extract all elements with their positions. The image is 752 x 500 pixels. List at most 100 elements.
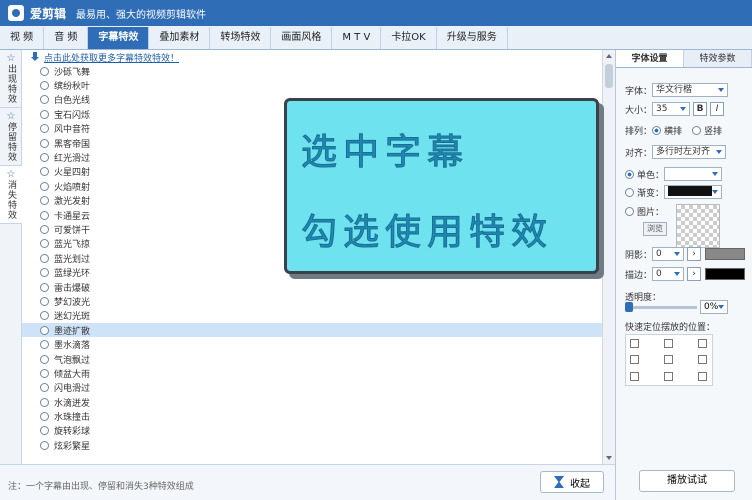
list-scrollbar[interactable] [602,50,615,464]
effect-radio[interactable] [40,153,49,163]
shadow-next-icon[interactable]: › [687,247,702,261]
list-item[interactable]: 墨水滴落 [22,337,602,351]
effect-radio[interactable] [40,397,49,407]
effect-label: 可爱饼干 [54,225,91,236]
play-preview-button[interactable]: 播放试试 [639,470,735,492]
effect-radio[interactable] [40,412,49,422]
list-item[interactable]: 墨迹扩散 [22,323,602,338]
image-radio[interactable] [625,207,634,216]
effect-radio[interactable] [40,368,49,378]
download-more-link[interactable]: 点击此处获取更多字幕特效特效！ [44,51,179,64]
list-item[interactable]: 气泡飘过 [22,352,602,366]
gradient-radio[interactable] [625,187,634,197]
side-tab-label: 消失特效 [6,180,16,220]
list-item[interactable]: 闪电滑过 [22,381,602,395]
effect-radio[interactable] [40,268,49,278]
shadow-color-swatch[interactable] [705,248,746,260]
collapse-button[interactable]: 收起 [540,471,604,493]
opacity-value[interactable]: 0% [700,300,728,314]
align-select[interactable]: 多行时左对齐 [652,145,727,159]
side-tab-disappear[interactable]: ☆ 消失特效 [0,166,22,224]
italic-button[interactable]: I [710,102,725,116]
font-select[interactable]: 华文行楷 [652,83,729,97]
layout-horizontal-radio[interactable] [652,126,662,135]
scroll-thumb[interactable] [605,64,613,88]
side-tab-stay[interactable]: ☆ 停留特效 [0,108,22,166]
tab-mtv[interactable]: M T V [332,27,382,49]
scroll-down-icon[interactable] [606,456,612,460]
stroke-next-icon[interactable]: › [687,267,702,281]
effect-radio[interactable] [40,296,49,306]
effect-radio[interactable] [40,181,49,191]
layout-vertical-radio[interactable] [692,126,702,135]
effect-radio[interactable] [40,210,49,220]
position-bottom-right[interactable] [698,372,707,381]
effect-radio[interactable] [40,239,49,249]
effect-radio[interactable] [40,440,49,450]
list-item[interactable]: 雷击爆破 [22,280,602,294]
list-item[interactable]: 缤纷秋叶 [22,78,602,92]
side-tab-label: 停留特效 [6,122,16,162]
effect-radio[interactable] [40,95,49,105]
tab-styles[interactable]: 画面风格 [271,27,333,49]
effect-radio[interactable] [40,282,49,292]
list-item[interactable]: 梦幻波光 [22,294,602,308]
tab-video[interactable]: 视 频 [0,27,45,49]
effect-radio[interactable] [40,109,49,119]
position-top-right[interactable] [698,339,707,348]
list-item[interactable]: 炫彩繁星 [22,438,602,452]
tab-upgrade[interactable]: 升级与服务 [437,27,508,49]
position-top-left[interactable] [630,339,639,348]
effect-radio[interactable] [40,253,49,263]
tab-subtitle-effects[interactable]: 字幕特效 [88,27,150,49]
tab-karaoke[interactable]: 卡拉OK [381,27,437,49]
effect-radio[interactable] [40,426,49,436]
solid-color-select[interactable] [664,167,723,181]
overlay-line-2: 勾选使用特效 [300,212,554,254]
position-middle-left[interactable] [630,355,639,364]
list-item[interactable]: 水滴迸发 [22,395,602,409]
size-select[interactable]: 35 [652,102,691,116]
side-tab-appear[interactable]: ☆ 出现特效 [0,50,22,108]
effect-radio[interactable] [40,354,49,364]
position-bottom-left[interactable] [630,372,639,381]
effect-radio[interactable] [40,66,49,76]
effect-radio[interactable] [40,340,49,350]
effect-radio[interactable] [40,167,49,177]
opacity-slider-track[interactable] [627,306,697,309]
position-top-center[interactable] [664,339,673,348]
scroll-up-icon[interactable] [606,54,612,58]
list-item[interactable]: 迷幻光斑 [22,309,602,323]
tab-transitions[interactable]: 转场特效 [210,27,272,49]
stroke-select[interactable]: 0 [652,267,685,281]
gradient-select[interactable] [664,185,723,199]
list-item[interactable]: 沙砾飞舞 [22,64,602,78]
tab-font-settings[interactable]: 字体设置 [616,50,684,67]
tab-effect-params[interactable]: 特效参数 [684,50,752,67]
effect-radio[interactable] [40,124,49,134]
tab-audio[interactable]: 音 频 [44,27,89,49]
list-item[interactable]: 水珠撞击 [22,409,602,423]
shadow-select[interactable]: 0 [652,247,685,261]
effect-radio[interactable] [40,196,49,206]
effect-radio[interactable] [40,325,49,335]
effect-radio[interactable] [40,81,49,91]
bold-button[interactable]: B [693,102,708,116]
opacity-slider-knob[interactable] [625,302,633,312]
effect-label: 火星四射 [54,168,91,179]
effect-radio[interactable] [40,383,49,393]
effect-radio[interactable] [40,311,49,321]
solid-color-radio[interactable] [625,169,634,179]
download-more[interactable]: 点击此处获取更多字幕特效特效！ [22,50,602,64]
effect-radio[interactable] [40,224,49,234]
position-bottom-center[interactable] [664,372,673,381]
list-item[interactable]: 旋转彩球 [22,424,602,438]
browse-button[interactable]: 浏览 [643,222,667,236]
effect-radio[interactable] [40,138,49,148]
list-item[interactable]: 倾盆大雨 [22,366,602,380]
position-middle-right[interactable] [698,355,707,364]
tab-overlay[interactable]: 叠加素材 [149,27,211,49]
stroke-color-swatch[interactable] [705,268,746,280]
position-center[interactable] [664,355,673,364]
image-label: 图片： [637,208,665,218]
